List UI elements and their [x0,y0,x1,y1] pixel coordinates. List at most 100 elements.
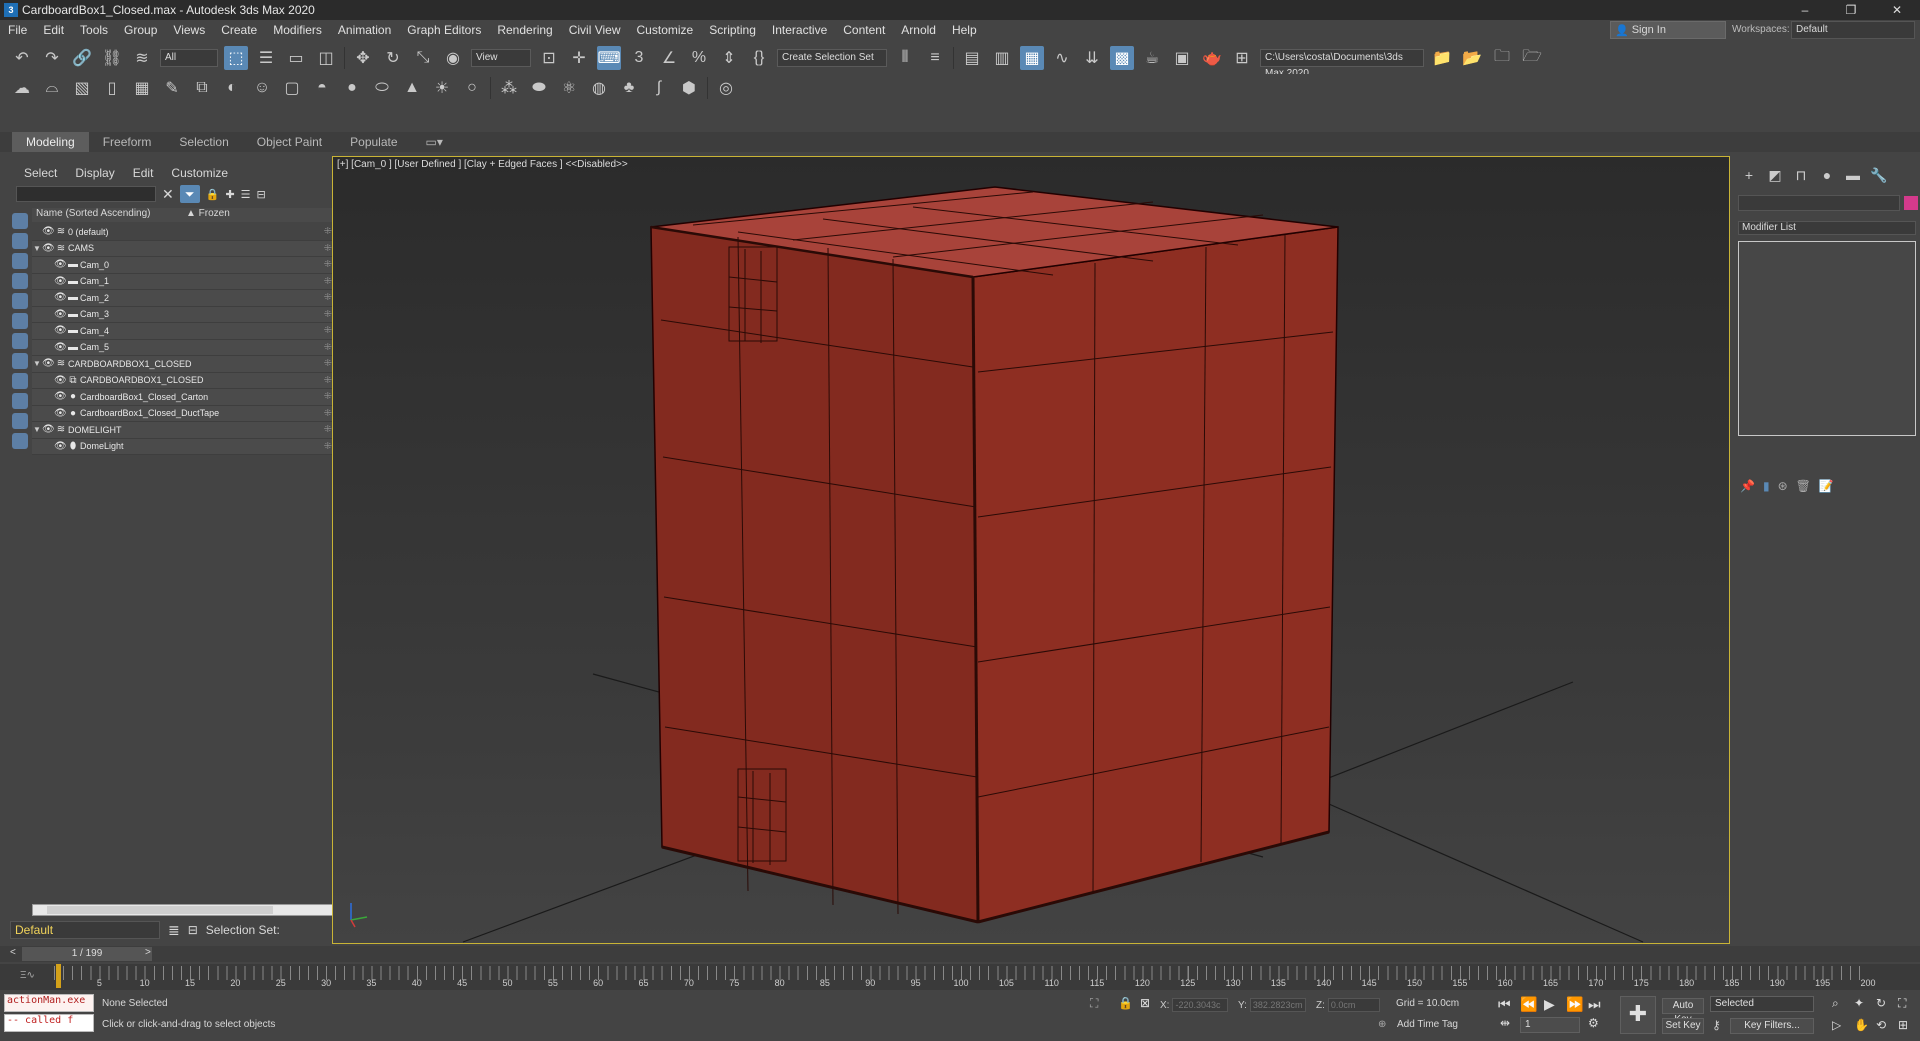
current-layer-select[interactable]: Default [10,921,160,939]
menu-rendering[interactable]: Rendering [489,23,560,37]
open-folder-icon[interactable]: 📂 [1460,46,1484,70]
key-mode-select[interactable]: Selected [1710,996,1814,1012]
display-xrefs-icon[interactable] [12,353,28,369]
explorer-menu-customize[interactable]: Customize [171,166,228,180]
display-shapes-icon[interactable] [12,233,28,249]
rotate-icon[interactable]: ↻ [381,46,405,70]
filter-icon[interactable]: ⏷ [179,185,200,203]
restore-button[interactable]: ❐ [1828,0,1874,20]
pin-stack-icon[interactable]: 📌 [1740,479,1755,493]
menu-views[interactable]: Views [165,23,213,37]
freeze-toggle-icon[interactable]: ⁜ [324,309,332,320]
tree-row[interactable]: ▼ 👁 ≋ CARDBOARDBOX1_CLOSED ⁜ [32,356,336,373]
scene-explorer-icon[interactable]: ▤ [960,46,984,70]
modify-tab-icon[interactable]: ◩ [1766,167,1784,185]
display-spacewarps-icon[interactable] [12,313,28,329]
bind-spacewarp-icon[interactable]: ≋ [130,46,154,70]
rock-icon[interactable]: ⬢ [677,76,701,100]
visibility-eye-icon[interactable]: 👁 [54,441,67,452]
tab-freeform[interactable]: Freeform [89,132,166,152]
edit-named-selection-icon[interactable]: {} [747,46,771,70]
move-icon[interactable]: ✥ [351,46,375,70]
freeze-toggle-icon[interactable]: ⁜ [324,292,332,303]
column-frozen[interactable]: ▲ Frozen [182,208,230,222]
add-time-tag-button[interactable]: Add Time Tag [1397,1019,1458,1030]
link-icon[interactable]: 🔗 [70,46,94,70]
menu-civil-view[interactable]: Civil View [561,23,629,37]
freeze-toggle-icon[interactable]: ⁜ [324,243,332,254]
zoom-all-icon[interactable]: ✦ [1854,996,1864,1010]
tree-row[interactable]: 👁 ● CardboardBox1_Closed_Carton ⁜ [32,389,336,406]
display-frozen-icon[interactable] [12,413,28,429]
tree-row[interactable]: 👁 ⧉ CARDBOARDBOX1_CLOSED ⁜ [32,372,336,389]
visibility-eye-icon[interactable]: 👁 [54,309,67,320]
hair-icon[interactable]: ∫ [647,76,671,100]
cloud-icon[interactable]: ☁ [10,76,34,100]
min-max-toggle-icon[interactable]: ⊞ [1898,1018,1908,1032]
tree-row[interactable]: 👁 ▬ Cam_1 ⁜ [32,273,336,290]
tree-row[interactable]: ▼ 👁 ≋ DOMELIGHT ⁜ [32,422,336,439]
key-mode-toggle-icon[interactable]: ⇹ [1500,1016,1510,1030]
clear-search-icon[interactable]: ✕ [162,186,174,203]
freeze-toggle-icon[interactable]: ⁜ [324,424,332,435]
visibility-eye-icon[interactable]: 👁 [54,391,67,402]
scale-icon[interactable]: ⤡ [411,46,435,70]
sun-icon[interactable]: ☀ [430,76,454,100]
render-in-cloud-icon[interactable]: ⊞ [1230,46,1254,70]
visibility-eye-icon[interactable]: 👁 [54,325,67,336]
percent-snap-icon[interactable]: % [687,46,711,70]
set-key-button[interactable]: Set Key [1662,1018,1704,1034]
freeze-toggle-icon[interactable]: ⁜ [324,259,332,270]
particles-icon[interactable]: ⁂ [497,76,521,100]
next-frame-icon[interactable]: ⏩ [1566,996,1583,1013]
freeze-toggle-icon[interactable]: ⁜ [324,441,332,452]
globe-icon[interactable]: ◍ [587,76,611,100]
object-name-field[interactable] [1738,195,1900,211]
visibility-eye-icon[interactable]: 👁 [42,243,55,254]
motion-tab-icon[interactable]: ● [1818,167,1836,185]
time-configuration-icon[interactable]: ⚙ [1588,1016,1599,1030]
visibility-eye-icon[interactable]: 👁 [54,259,67,270]
pivot-center-icon[interactable]: ⊡ [537,46,561,70]
utilities-tab-icon[interactable]: 🔧 [1870,167,1888,185]
display-hidden-icon[interactable] [12,433,28,449]
display-groups-icon[interactable] [12,333,28,349]
create-tab-icon[interactable]: + [1740,167,1758,185]
tree-row[interactable]: 👁 ▬ Cam_4 ⁜ [32,323,336,340]
plant-icon[interactable]: ♣ [617,76,641,100]
menu-arnold[interactable]: Arnold [893,23,944,37]
explorer-horizontal-scrollbar[interactable] [32,904,336,916]
freeze-toggle-icon[interactable]: ⁜ [324,358,332,369]
workspace-select[interactable]: Default [1791,21,1915,39]
freeze-toggle-icon[interactable]: ⁜ [324,375,332,386]
render-setup-icon[interactable]: ☕ [1140,46,1164,70]
make-unique-icon[interactable]: ⊛ [1778,479,1788,493]
field-of-view-icon[interactable]: ▷ [1832,1018,1841,1032]
selection-lock-icon[interactable]: 🔒 [1118,996,1133,1010]
material-editor-icon[interactable]: ▩ [1110,46,1134,70]
menu-animation[interactable]: Animation [330,23,399,37]
spinner-snap-icon[interactable]: ⇕ [717,46,741,70]
save-folder-icon[interactable]: 🗀 [1490,46,1514,70]
visibility-eye-icon[interactable]: 👁 [42,424,55,435]
display-lights-icon[interactable] [12,253,28,269]
tree-row[interactable]: 👁 ≋ 0 (default) ⁜ [32,224,336,241]
box-icon[interactable]: ▢ [280,76,304,100]
close-button[interactable]: ✕ [1874,0,1920,20]
tree-row[interactable]: 👁 ▬ Cam_3 ⁜ [32,306,336,323]
sign-in-button[interactable]: 👤 Sign In [1610,21,1726,39]
x-coordinate-input[interactable]: -220.3043c [1172,998,1229,1012]
time-slider[interactable]: 1 / 199 [22,947,152,961]
prev-frame-icon[interactable]: < [10,947,16,958]
schematic-view-icon[interactable]: ⇊ [1080,46,1104,70]
menu-help[interactable]: Help [944,23,985,37]
lasso-icon[interactable]: ⌓ [40,76,64,100]
selection-set-icon[interactable]: ⊟ [188,923,198,937]
tree-row[interactable]: 👁 ▬ Cam_2 ⁜ [32,290,336,307]
add-layer-icon[interactable]: ✚ [225,188,234,201]
tab-object-paint[interactable]: Object Paint [243,132,336,152]
timeline[interactable]: Ξ∿ 5 10 15 20 25 30 35 40 45 50 55 60 65 70 75 80 85 90 95… [0,964,1920,990]
undo-icon[interactable]: ↶ [10,46,34,70]
lock-icon[interactable]: 🔒 [206,188,220,201]
tab-selection[interactable]: Selection [165,132,242,152]
